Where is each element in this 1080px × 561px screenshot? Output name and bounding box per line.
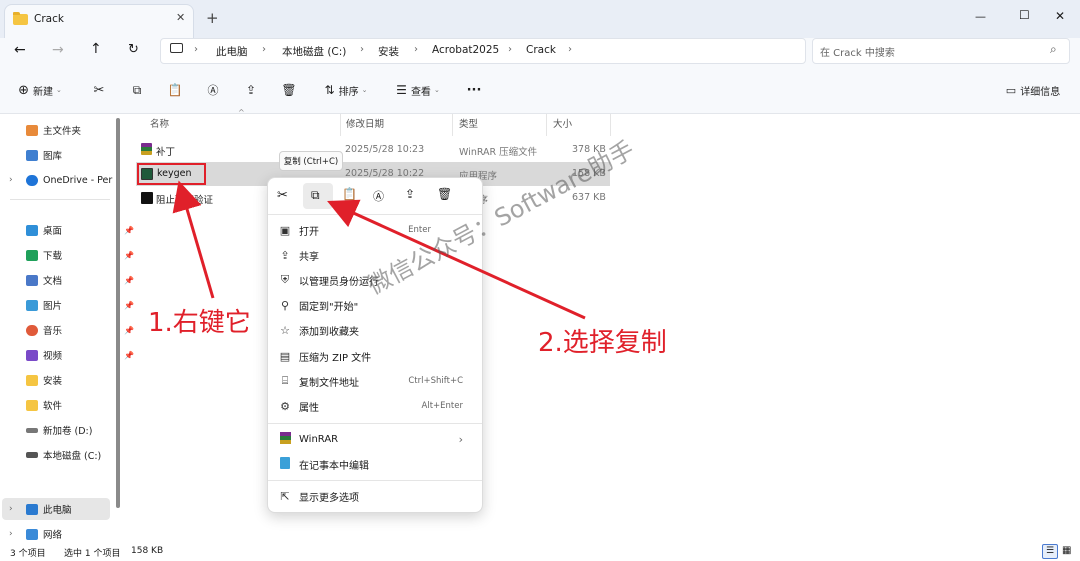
- annotation-step1: 1.右键它: [148, 308, 251, 338]
- status-selected: 选中 1 个项目: [64, 549, 121, 559]
- annotation-step2: 2.选择复制: [538, 328, 667, 358]
- details-view-icon[interactable]: ☰: [1042, 544, 1058, 559]
- tiles-view-icon[interactable]: ▦: [1062, 545, 1071, 556]
- annotation-arrows: [172, 180, 586, 320]
- status-size: 158 KB: [131, 546, 164, 556]
- arrow-to-keygen: [172, 180, 215, 299]
- status-item-count: 3 个项目: [10, 549, 46, 559]
